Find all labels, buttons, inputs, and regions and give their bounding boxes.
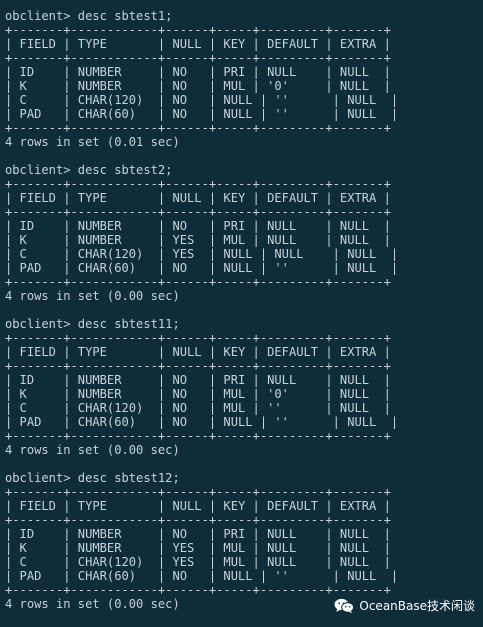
table-row: | C | CHAR(120) | NO | NULL | '' | NULL … — [5, 93, 399, 107]
table-row: | ID | NUMBER | NO | PRI | NULL | NULL | — [5, 65, 391, 79]
wechat-icon — [334, 598, 355, 614]
table-row: | PAD | CHAR(60) | NO | NULL | '' | NULL… — [5, 107, 399, 121]
table-row: | K | NUMBER | NO | MUL | '0' | NULL | — [5, 79, 391, 93]
table-border: +-------+------------+------+-----+-----… — [5, 121, 391, 135]
table-row: | ID | NUMBER | NO | PRI | NULL | NULL | — [5, 219, 391, 233]
table-header: | FIELD | TYPE | NULL | KEY | DEFAULT | … — [5, 191, 391, 205]
table-row: | C | CHAR(120) | NO | MUL | '' | NULL | — [5, 401, 391, 415]
table-border: +-------+------------+------+-----+-----… — [5, 51, 391, 65]
table-border: +-------+------------+------+-----+-----… — [5, 177, 391, 191]
table-header: | FIELD | TYPE | NULL | KEY | DEFAULT | … — [5, 37, 391, 51]
table-header: | FIELD | TYPE | NULL | KEY | DEFAULT | … — [5, 345, 391, 359]
table-border: +-------+------------+------+-----+-----… — [5, 275, 391, 289]
table-row: | K | NUMBER | NO | MUL | '0' | NULL | — [5, 387, 391, 401]
result-summary: 4 rows in set (0.00 sec) — [5, 443, 180, 457]
table-border: +-------+------------+------+-----+-----… — [5, 359, 391, 373]
table-row: | C | CHAR(120) | YES | NULL | NULL | NU… — [5, 247, 399, 261]
table-row: | C | CHAR(120) | YES | MUL | NULL | NUL… — [5, 555, 391, 569]
result-summary: 4 rows in set (0.01 sec) — [5, 135, 180, 149]
command-prompt: obclient> desc sbtest1; — [5, 9, 173, 23]
table-row: | K | NUMBER | YES | MUL | NULL | NULL | — [5, 233, 391, 247]
table-border: +-------+------------+------+-----+-----… — [5, 429, 391, 443]
watermark: OceanBase技术闲谈 — [334, 597, 475, 614]
table-border: +-------+------------+------+-----+-----… — [5, 23, 391, 37]
command-prompt: obclient> desc sbtest12; — [5, 471, 180, 485]
table-border: +-------+------------+------+-----+-----… — [5, 485, 391, 499]
table-border: +-------+------------+------+-----+-----… — [5, 331, 391, 345]
table-header: | FIELD | TYPE | NULL | KEY | DEFAULT | … — [5, 499, 391, 513]
terminal-output[interactable]: obclient> desc sbtest1; +-------+--------… — [5, 9, 398, 611]
table-row: | PAD | CHAR(60) | NO | NULL | '' | NULL… — [5, 261, 399, 275]
table-border: +-------+------------+------+-----+-----… — [5, 205, 391, 219]
table-border: +-------+------------+------+-----+-----… — [5, 513, 391, 527]
command-prompt: obclient> desc sbtest11; — [5, 317, 180, 331]
table-row: | ID | NUMBER | NO | PRI | NULL | NULL | — [5, 373, 391, 387]
watermark-text: OceanBase技术闲谈 — [359, 599, 475, 613]
command-prompt: obclient> desc sbtest2; — [5, 163, 173, 177]
table-row: | PAD | CHAR(60) | NO | NULL | '' | NULL… — [5, 569, 399, 583]
table-row: | K | NUMBER | YES | MUL | NULL | NULL | — [5, 541, 391, 555]
result-summary: 4 rows in set (0.00 sec) — [5, 289, 180, 303]
table-row: | PAD | CHAR(60) | NO | NULL | '' | NULL… — [5, 415, 399, 429]
table-border: +-------+------------+------+-----+-----… — [5, 583, 391, 597]
table-row: | ID | NUMBER | NO | PRI | NULL | NULL | — [5, 527, 391, 541]
